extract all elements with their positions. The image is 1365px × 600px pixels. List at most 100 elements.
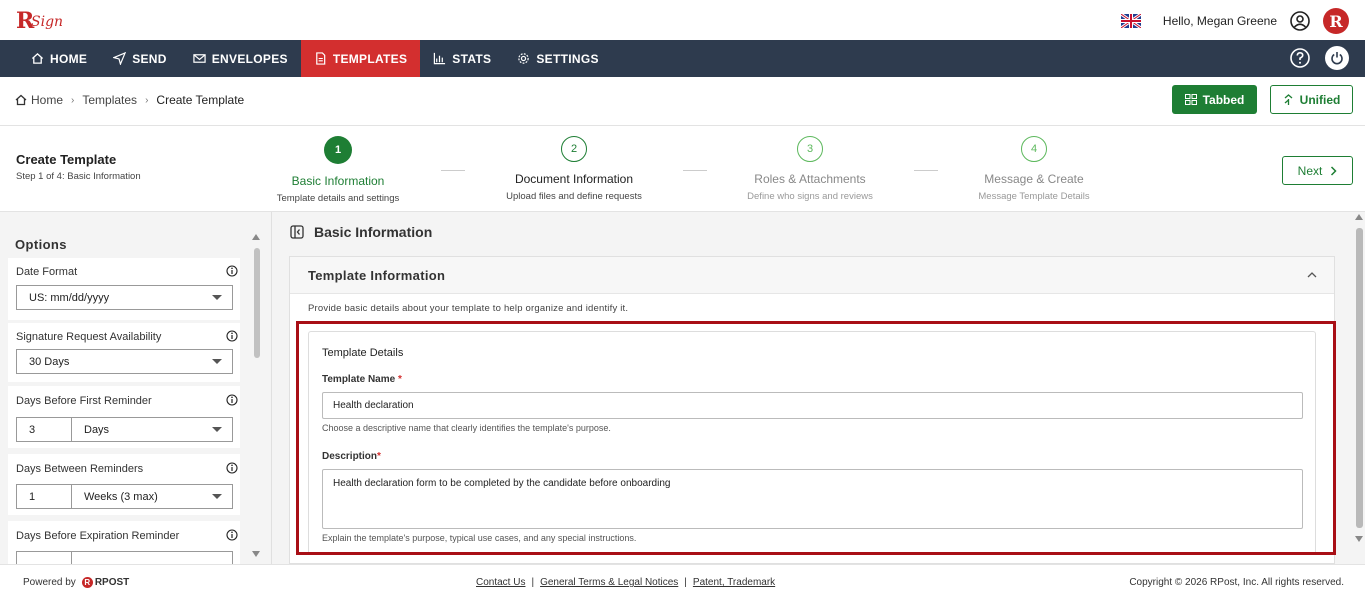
scrollbar-thumb[interactable]	[254, 248, 260, 358]
collapse-sidebar-icon[interactable]	[290, 225, 304, 239]
date-format-label: Date Format	[16, 266, 78, 278]
rpost-logo[interactable]: R RPOST	[81, 577, 130, 588]
breadcrumb-templates[interactable]: Templates	[82, 93, 137, 107]
sidebar-scrollbar[interactable]	[251, 232, 261, 557]
first-reminder-unit: Days	[84, 423, 110, 436]
breadcrumb-home[interactable]: Home	[31, 93, 63, 107]
info-icon[interactable]	[226, 394, 238, 406]
wizard-stepper: Create Template Step 1 of 4: Basic Infor…	[0, 126, 1365, 212]
info-icon[interactable]	[226, 265, 238, 277]
tabbed-view-button[interactable]: Tabbed	[1172, 85, 1257, 114]
home-icon	[15, 94, 27, 106]
envelope-icon	[193, 54, 206, 63]
step-number: 4	[1021, 136, 1047, 162]
first-reminder-input: 3 Days	[16, 417, 233, 442]
expiration-reminder-unit-select[interactable]	[72, 552, 232, 564]
patent-link[interactable]: Patent, Trademark	[693, 577, 775, 588]
panel-header[interactable]: Template Information	[290, 257, 1334, 294]
rpost-brand: RPOST	[94, 577, 130, 588]
availability-select[interactable]: 30 Days	[16, 349, 233, 374]
chevron-right-icon: ›	[145, 94, 149, 106]
first-reminder-number[interactable]: 3	[17, 418, 72, 441]
step-number: 2	[561, 136, 587, 162]
nav-envelopes[interactable]: ENVELOPES	[180, 40, 301, 77]
terms-link[interactable]: General Terms & Legal Notices	[540, 577, 678, 588]
powered-by-text: Powered by	[23, 577, 76, 588]
user-greeting: Hello, Megan Greene	[1162, 14, 1277, 28]
nav-send[interactable]: SEND	[100, 40, 180, 77]
merge-icon	[1284, 93, 1293, 105]
gear-icon	[518, 53, 530, 64]
date-format-value: US: mm/dd/yyyy	[29, 291, 110, 304]
section-header: Basic Information	[290, 224, 432, 240]
nav-templates[interactable]: TEMPLATES	[300, 40, 421, 77]
unified-view-button[interactable]: Unified	[1270, 85, 1353, 114]
tabbed-label: Tabbed	[1202, 92, 1245, 107]
highlight-box	[296, 321, 1336, 555]
scroll-up-arrow-icon[interactable]	[1355, 214, 1363, 220]
expiration-reminder-label: Days Before Expiration Reminder	[16, 530, 180, 542]
template-icon	[315, 52, 326, 65]
chevron-up-icon[interactable]	[1306, 269, 1318, 281]
step-desc: Define who signs and reviews	[747, 191, 873, 202]
top-bar: R Sign Hello, Megan Greene R	[0, 0, 1365, 40]
next-button[interactable]: Next	[1282, 156, 1353, 185]
caret-down-icon	[212, 359, 222, 364]
user-profile-icon[interactable]	[1289, 10, 1311, 32]
footer: Powered by R RPOST Contact Us | General T…	[0, 564, 1365, 600]
between-reminders-input: 1 Weeks (3 max)	[16, 484, 233, 509]
contact-us-link[interactable]: Contact Us	[476, 577, 525, 588]
step-document-information[interactable]: 2 Document Information Upload files and …	[479, 136, 669, 202]
step-label: Document Information	[514, 172, 634, 186]
scroll-up-arrow-icon[interactable]	[252, 234, 260, 240]
between-reminders-unit-select[interactable]: Weeks (3 max)	[72, 485, 232, 508]
nav-settings-label: SETTINGS	[536, 51, 599, 66]
step-message-create[interactable]: 4 Message & Create Message Template Deta…	[939, 136, 1129, 202]
expiration-reminder-input[interactable]	[16, 551, 233, 564]
page-subtitle: Step 1 of 4: Basic Information	[16, 171, 141, 182]
step-basic-information[interactable]: 1 Basic Information Template details and…	[243, 136, 433, 204]
footer-separator: |	[684, 577, 687, 588]
help-icon[interactable]	[1289, 47, 1311, 69]
logout-button[interactable]	[1325, 46, 1349, 70]
content-area: Options Date Format US: mm/dd/yyyy Signa…	[0, 212, 1365, 564]
step-desc: Upload files and define requests	[506, 191, 642, 202]
main-panel: Basic Information Template Information P…	[272, 212, 1365, 564]
power-icon	[1331, 52, 1343, 65]
caret-down-icon	[212, 295, 222, 300]
info-icon[interactable]	[226, 330, 238, 342]
step-number: 3	[797, 136, 823, 162]
expiration-reminder-number[interactable]	[17, 552, 72, 564]
nav-send-label: SEND	[132, 51, 167, 66]
nav-envelopes-label: ENVELOPES	[211, 51, 288, 66]
nav-home-label: HOME	[50, 51, 88, 66]
availability-label: Signature Request Availability	[16, 331, 162, 343]
step-label: Message & Create	[984, 172, 1084, 186]
nav-stats[interactable]: STATS	[420, 40, 504, 77]
caret-down-icon	[212, 494, 222, 499]
home-icon	[31, 52, 44, 64]
chevron-right-icon: ›	[71, 94, 75, 106]
rsign-logo[interactable]: R Sign	[16, 6, 72, 34]
between-reminders-unit: Weeks (3 max)	[84, 490, 158, 503]
first-reminder-label: Days Before First Reminder	[16, 395, 152, 407]
breadcrumb: Home › Templates › Create Template	[15, 93, 244, 107]
between-reminders-number[interactable]: 1	[17, 485, 72, 508]
step-connector	[441, 170, 465, 171]
nav-settings[interactable]: SETTINGS	[504, 40, 611, 77]
uk-flag-icon[interactable]	[1120, 14, 1141, 28]
scroll-down-arrow-icon[interactable]	[252, 551, 260, 557]
first-reminder-unit-select[interactable]: Days	[72, 418, 232, 441]
date-format-select[interactable]: US: mm/dd/yyyy	[16, 285, 233, 310]
scroll-down-arrow-icon[interactable]	[1355, 536, 1363, 542]
nav-stats-label: STATS	[452, 51, 492, 66]
caret-down-icon	[212, 427, 222, 432]
brand-avatar-icon[interactable]: R	[1323, 8, 1349, 34]
info-icon[interactable]	[226, 462, 238, 474]
nav-home[interactable]: HOME	[18, 40, 100, 77]
info-icon[interactable]	[226, 529, 238, 541]
between-reminders-label: Days Between Reminders	[16, 463, 144, 475]
scrollbar-thumb[interactable]	[1356, 228, 1363, 528]
main-scrollbar[interactable]	[1354, 212, 1365, 542]
step-roles-attachments[interactable]: 3 Roles & Attachments Define who signs a…	[715, 136, 905, 202]
